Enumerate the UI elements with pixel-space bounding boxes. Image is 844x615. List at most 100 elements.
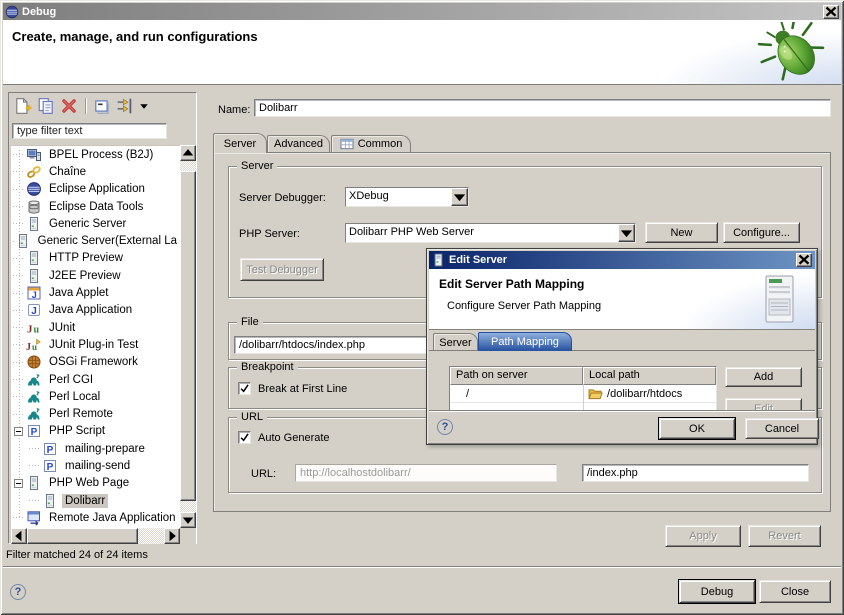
- dialog-tab-path-mapping[interactable]: Path Mapping: [478, 332, 572, 351]
- tree-item-dolibarr[interactable]: Dolibarr: [11, 492, 180, 509]
- tree-item-label: mailing-prepare: [62, 442, 148, 456]
- scroll-right-icon[interactable]: [164, 528, 180, 544]
- svg-text:P: P: [47, 445, 54, 456]
- configure-server-button[interactable]: Configure...: [723, 222, 800, 243]
- scroll-down-icon[interactable]: [180, 512, 196, 528]
- cancel-button[interactable]: Cancel: [745, 418, 819, 439]
- tree-item-mailing-send[interactable]: Pmailing-send: [11, 457, 180, 474]
- server-icon: [26, 250, 42, 266]
- server-debugger-label: Server Debugger:: [239, 192, 326, 204]
- tree-item-perl-remote[interactable]: Perl Remote: [11, 405, 180, 422]
- window-titlebar: Debug: [3, 3, 841, 20]
- svg-text:u: u: [34, 324, 40, 335]
- tab-advanced[interactable]: Advanced: [267, 135, 330, 152]
- tab-common[interactable]: Common: [331, 135, 411, 152]
- file-group-legend: File: [237, 316, 263, 328]
- path-mapping-row[interactable]: //dolibarr/htdocs: [450, 385, 716, 403]
- scrollbar-corner: [180, 528, 196, 544]
- server-debugger-combo[interactable]: XDebug: [345, 187, 469, 207]
- add-mapping-button[interactable]: Add: [725, 367, 802, 387]
- tree-item-java-applet[interactable]: JJava Applet: [11, 284, 180, 301]
- scroll-up-icon[interactable]: [180, 145, 196, 161]
- camel-icon: [26, 389, 42, 405]
- server-icon: [26, 475, 42, 491]
- tree-item-php-script[interactable]: PPHP Script: [11, 423, 180, 440]
- filter-menu-arrow-icon[interactable]: [139, 97, 149, 115]
- edit-server-title: Edit Server: [449, 254, 792, 266]
- column-path-on-server[interactable]: Path on server: [450, 367, 583, 385]
- ok-button[interactable]: OK: [659, 418, 735, 439]
- tree-item-bpel-process-b2j[interactable]: BPEL Process (B2J): [11, 146, 180, 163]
- break-first-line-label: Break at First Line: [258, 383, 347, 395]
- server-icon: [15, 233, 31, 249]
- vertical-scroll-thumb[interactable]: [180, 171, 196, 501]
- tree-item-junit-plug-in-test[interactable]: JuJUnit Plug-in Test: [11, 336, 180, 353]
- server-icon: [26, 268, 42, 284]
- edit-server-titlebar: Edit Server: [429, 251, 815, 269]
- url-path-input[interactable]: [582, 464, 809, 482]
- tree-vertical-scrollbar[interactable]: [180, 145, 196, 528]
- tree-item-j2ee-preview[interactable]: J2EE Preview: [11, 267, 180, 284]
- tree-item-label: Java Applet: [46, 286, 111, 300]
- tree-item-php-web-page[interactable]: PHP Web Page: [11, 475, 180, 492]
- php-server-combo[interactable]: Dolibarr PHP Web Server: [345, 223, 636, 243]
- database-icon: [26, 199, 42, 215]
- tree-expander-icon[interactable]: [14, 427, 23, 436]
- tree-item-eclipse-application[interactable]: Eclipse Application: [11, 181, 180, 198]
- tree-item-label: Chaîne: [46, 165, 89, 179]
- tree-item-perl-cgi[interactable]: Perl CGI: [11, 371, 180, 388]
- tree-item-label: Perl CGI: [46, 373, 96, 387]
- duplicate-configuration-button[interactable]: [37, 97, 55, 115]
- tree-item-http-preview[interactable]: HTTP Preview: [11, 250, 180, 267]
- filter-button[interactable]: [116, 97, 134, 115]
- edit-server-close-button[interactable]: [796, 253, 812, 267]
- local-path-cell: /dolibarr/htdocs: [583, 385, 716, 402]
- tree-item-generic-server[interactable]: Generic Server: [11, 215, 180, 232]
- camel-icon: [26, 406, 42, 422]
- svg-text:P: P: [31, 427, 38, 438]
- delete-configuration-button[interactable]: [60, 97, 78, 115]
- window-close-button[interactable]: [823, 5, 839, 19]
- name-input[interactable]: [254, 99, 831, 117]
- tree-item-java-application[interactable]: JJava Application: [11, 302, 180, 319]
- auto-generate-checkbox[interactable]: [238, 431, 251, 444]
- column-local-path[interactable]: Local path: [583, 367, 716, 385]
- combo-arrow-icon[interactable]: [618, 224, 635, 242]
- break-first-line-checkbox[interactable]: [238, 382, 251, 395]
- tree-item-label: Java Application: [46, 303, 135, 317]
- tree-horizontal-scrollbar[interactable]: [11, 528, 180, 544]
- help-icon[interactable]: ?: [10, 584, 26, 600]
- tab-server[interactable]: Server: [213, 133, 267, 153]
- tree-item-osgi-framework[interactable]: OSGi Framework: [11, 354, 180, 371]
- new-configuration-button[interactable]: [14, 97, 32, 115]
- server-icon: [26, 216, 42, 232]
- tree-item-remote-java-application[interactable]: Remote Java Application: [11, 509, 180, 526]
- tree-expander-icon[interactable]: [14, 479, 23, 488]
- debug-configurations-window: Debug Create, manage, and run configurat…: [0, 0, 844, 615]
- horizontal-scroll-thumb[interactable]: [27, 528, 138, 544]
- edit-server-subheading: Configure Server Path Mapping: [447, 300, 601, 312]
- tree-item-eclipse-data-tools[interactable]: Eclipse Data Tools: [11, 198, 180, 215]
- collapse-all-button[interactable]: [93, 97, 111, 115]
- tree-item-cha-ne[interactable]: Chaîne: [11, 163, 180, 180]
- new-server-button[interactable]: New: [645, 222, 718, 243]
- close-button[interactable]: Close: [759, 580, 831, 603]
- tree-item-mailing-prepare[interactable]: Pmailing-prepare: [11, 440, 180, 457]
- tree-item-label: Perl Remote: [46, 407, 116, 421]
- tree-item-label: Generic Server(External La: [35, 234, 180, 248]
- dialog-tab-server[interactable]: Server: [433, 333, 478, 351]
- tree-item-label: PHP Web Page: [46, 476, 132, 490]
- tree-item-perl-local[interactable]: Perl Local: [11, 388, 180, 405]
- svg-text:J: J: [27, 323, 33, 335]
- dialog-help-icon[interactable]: ?: [437, 419, 453, 435]
- url-base-input: [295, 464, 557, 482]
- tree-item-junit[interactable]: JuJUnit: [11, 319, 180, 336]
- scroll-left-icon[interactable]: [11, 528, 27, 544]
- edit-server-button-bar: ? OK Cancel: [429, 410, 815, 442]
- tree-item-generic-server-external-la[interactable]: Generic Server(External La: [11, 232, 180, 249]
- combo-arrow-icon[interactable]: [451, 188, 468, 206]
- server-debugger-value: XDebug: [346, 188, 451, 206]
- filter-input[interactable]: [12, 123, 167, 139]
- debug-button[interactable]: Debug: [679, 580, 755, 603]
- tree-item-label: Remote Java Application: [46, 511, 179, 525]
